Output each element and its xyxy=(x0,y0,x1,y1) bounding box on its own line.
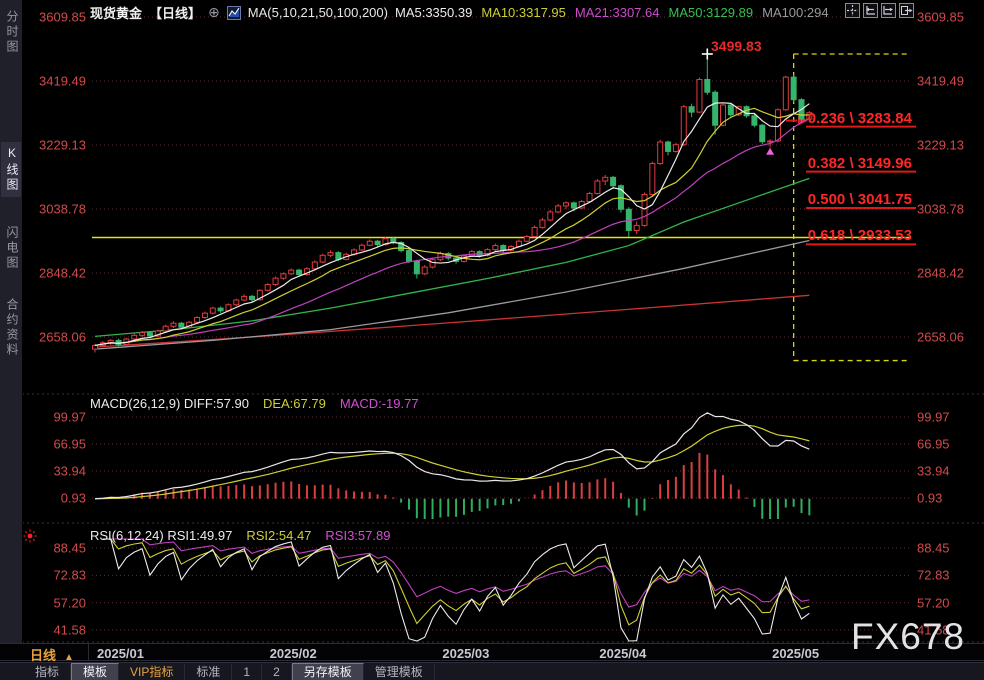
toolbar-item-3[interactable]: VIP指标 xyxy=(119,663,186,680)
kline-mini-icon[interactable] xyxy=(226,5,241,20)
fib-level-label: 0.500 \ 3041.75 xyxy=(807,191,912,208)
sidebar-item-4[interactable]: 合约资料 xyxy=(1,294,21,362)
macd-axis-label: 0.93 xyxy=(60,490,86,506)
ma-value-label: MA5:3350.39 xyxy=(394,5,473,20)
macd-axis-label: 0.93 xyxy=(917,490,943,506)
left-sidebar: 分时图 K线图闪电图合约资料 xyxy=(0,0,23,643)
price-axis-label: 3229.13 xyxy=(917,137,964,153)
macd-axis-label: 66.95 xyxy=(53,436,86,452)
macd-label-row: MACD(26,12,9) DIFF:57.90 DEA:67.79 MACD:-1… xyxy=(90,396,419,411)
price-axis-label: 3229.13 xyxy=(39,137,86,153)
x-axis-month-label: 2025/02 xyxy=(269,646,317,661)
scale-left-icon[interactable] xyxy=(863,3,878,18)
price-axis-label: 2848.42 xyxy=(917,265,964,281)
x-axis-month-label: 2025/05 xyxy=(772,646,820,661)
price-axis-label: 2658.06 xyxy=(917,329,964,345)
fib-level-label: 0.236 \ 3283.84 xyxy=(807,109,912,127)
popout-icon[interactable] xyxy=(899,3,914,18)
chart-canvas[interactable] xyxy=(0,0,984,680)
macd-axis-label: 99.97 xyxy=(53,409,86,425)
window-toolbar xyxy=(841,3,914,18)
period-label: 日线 xyxy=(30,648,57,663)
rsi-axis-label: 72.83 xyxy=(917,567,950,583)
scale-right-icon[interactable] xyxy=(881,3,896,18)
chart-header: 现货黄金 【日线】 ⊕ MA(5,10,21,50,100,200) MA5:3… xyxy=(90,3,838,22)
toolbar-item-6[interactable]: 2 xyxy=(262,663,292,680)
divider xyxy=(88,644,89,661)
peak-price-label: 3499.83 xyxy=(711,38,762,54)
x-axis-row: 日线 ▲ 2025/01 2025/02 2025/03 2025/04 2025/05 xyxy=(0,643,984,663)
symbol-title: 现货黄金 xyxy=(90,6,143,21)
ma-value-label: MA21:3307.64 xyxy=(574,5,660,20)
macd-axis-label: 33.94 xyxy=(53,463,86,479)
price-axis-label: 3419.49 xyxy=(39,73,86,89)
period-tag: 【日线】 xyxy=(149,6,202,21)
ma-value-label: MA10:3317.95 xyxy=(481,5,566,20)
price-axis-label: 3419.49 xyxy=(917,73,964,89)
toolbar-item-5[interactable]: 1 xyxy=(232,663,263,680)
rsi-axis-label: 41.58 xyxy=(53,622,86,638)
price-axis-label: 3038.78 xyxy=(39,201,86,217)
indicator-value-label: MACD(26,12,9) DIFF:57.90 xyxy=(90,396,249,411)
fib-level-label: 0.618 \ 2933.53 xyxy=(807,227,912,245)
bottom-toolbar: 指标 模板 VIP指标 标准 1 2 另存模板 管理模板 xyxy=(0,662,984,680)
macd-axis-label: 66.95 xyxy=(917,436,950,452)
sidebar-item-3[interactable]: 闪电图 xyxy=(1,222,21,275)
watermark: FX678 xyxy=(851,616,966,657)
toolbar-item-2[interactable]: 模板 xyxy=(71,662,120,680)
toolbar-item-4[interactable]: 标准 xyxy=(185,663,233,680)
rsi-axis-label: 72.83 xyxy=(53,567,86,583)
fib-level-label: 0.382 \ 3149.96 xyxy=(807,154,912,172)
price-axis-label: 3609.85 xyxy=(917,9,964,25)
rsi-label-row: RSI(6,12,24) RSI1:49.97 RSI2:54.47 RSI3:57… xyxy=(90,528,390,543)
toolbar-item-7[interactable]: 另存模板 xyxy=(291,662,364,680)
macd-axis-label: 33.94 xyxy=(917,463,950,479)
rsi-axis-label: 57.20 xyxy=(917,595,950,611)
sidebar-item-1[interactable]: 分时图 xyxy=(1,6,21,59)
price-axis-label: 3609.85 xyxy=(39,9,86,25)
app-window: 分时图 K线图闪电图合约资料 现货黄金 【日线】 ⊕ MA(5,10,21,50,… xyxy=(0,0,984,680)
rsi-axis-label: 88.45 xyxy=(917,540,950,556)
x-axis-month-label: 2025/04 xyxy=(599,646,647,661)
collapse-icon[interactable]: ⊕ xyxy=(208,4,220,21)
ma-params-label: MA(5,10,21,50,100,200) xyxy=(247,5,388,20)
indicator-value-label: RSI(6,12,24) RSI1:49.97 xyxy=(90,528,233,543)
sidebar-item-2[interactable]: K线图 xyxy=(1,142,21,197)
toolbar-item-1[interactable]: 指标 xyxy=(24,663,72,680)
toolbar-item-8[interactable]: 管理模板 xyxy=(364,663,435,680)
price-axis-label: 2658.06 xyxy=(39,329,86,345)
indicator-value-label: DEA:67.79 xyxy=(262,396,326,411)
price-axis-label: 3038.78 xyxy=(917,201,964,217)
x-axis-month-label: 2025/01 xyxy=(97,646,144,661)
indicator-value-label: RSI2:54.47 xyxy=(246,528,312,543)
ma-value-label: MA100:294 xyxy=(762,5,829,20)
price-axis-label: 2848.42 xyxy=(39,265,86,281)
rsi-axis-label: 88.45 xyxy=(53,540,86,556)
indicator-value-label: RSI3:57.89 xyxy=(325,528,391,543)
ma-value-label: MA50:3129.89 xyxy=(668,5,754,20)
indicator-value-label: MACD:-19.77 xyxy=(339,396,419,411)
ma-values: MA5:3350.39 MA10:3317.95 MA21:3307.64 MA50:… xyxy=(395,5,838,20)
macd-axis-label: 99.97 xyxy=(917,409,950,425)
rsi-axis-label: 57.20 xyxy=(53,595,86,611)
x-axis-month-label: 2025/03 xyxy=(442,646,490,661)
pan-icon[interactable] xyxy=(845,3,860,18)
